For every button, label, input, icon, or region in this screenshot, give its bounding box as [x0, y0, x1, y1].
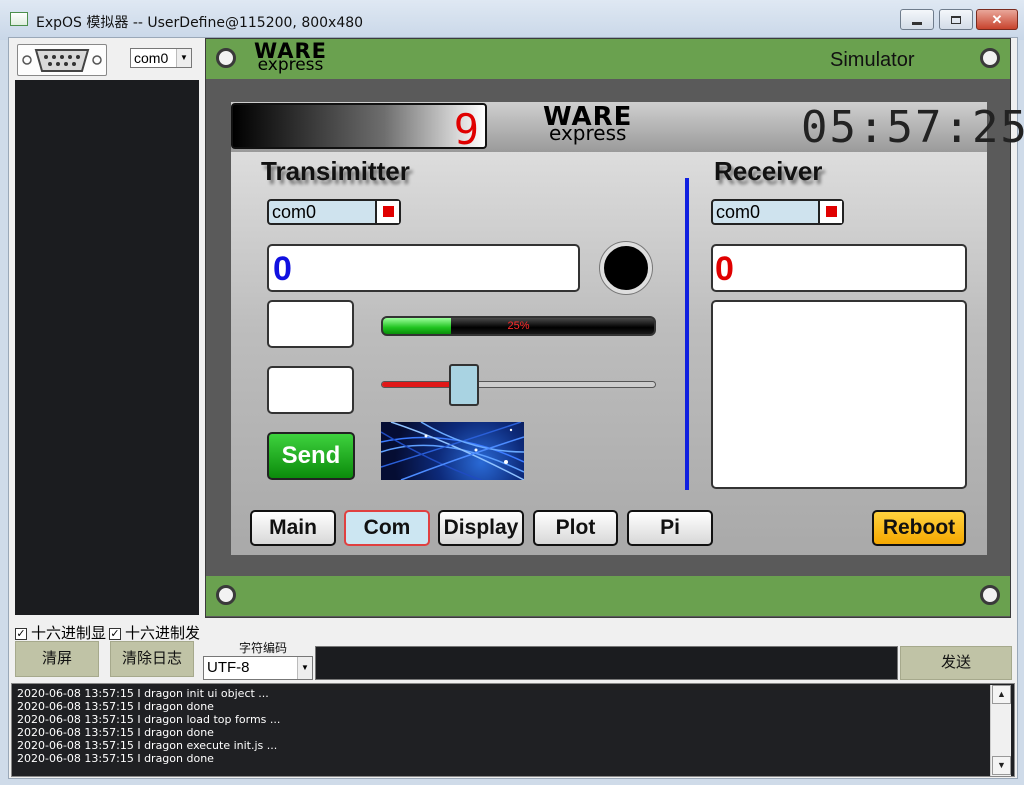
- screen-header: 9 WARE express 05:57:25: [231, 102, 1024, 154]
- tab-main[interactable]: Main: [250, 510, 336, 546]
- transmitter-port-select[interactable]: com0: [267, 199, 401, 225]
- checkmark-icon: ✓: [109, 628, 121, 640]
- encoding-label: 字符编码: [239, 641, 288, 655]
- encoding-value: UTF-8: [207, 659, 250, 676]
- minimize-icon: [912, 22, 922, 25]
- divider: [685, 178, 689, 490]
- board-top-strip: WARE express Simulator: [206, 39, 1010, 79]
- simulator-label: Simulator: [830, 49, 915, 71]
- receiver-heading: Receiver: [714, 156, 823, 186]
- slider-track[interactable]: [381, 381, 656, 388]
- log-line: 2020-06-08 13:57:15 I dragon init ui obj…: [17, 687, 269, 700]
- log-line: 2020-06-08 13:57:15 I dragon done: [17, 752, 214, 765]
- close-icon: ✕: [991, 11, 1003, 27]
- receive-value: 0: [715, 250, 734, 288]
- slider-thumb[interactable]: [448, 364, 479, 406]
- screen-logo: WARE express: [543, 102, 633, 145]
- send-button[interactable]: Send: [267, 432, 355, 480]
- progress-text: 25%: [507, 320, 530, 332]
- maximize-button[interactable]: [939, 9, 973, 30]
- chevron-down-icon: ▼: [176, 49, 191, 67]
- minimize-button[interactable]: [900, 9, 934, 30]
- tab-display[interactable]: Display: [438, 510, 524, 546]
- log-scrollbar[interactable]: ▲ ▼: [990, 685, 1011, 776]
- send-input[interactable]: [315, 646, 898, 680]
- close-button[interactable]: ✕: [976, 9, 1018, 30]
- board-bottom-strip: [206, 576, 1010, 616]
- log-panel[interactable]: 2020-06-08 13:57:15 I dragon init ui obj…: [11, 683, 1015, 777]
- reboot-button[interactable]: Reboot: [872, 510, 966, 546]
- receiver-port-value: com0: [716, 202, 761, 222]
- title-bar[interactable]: ExpOS 模拟器 -- UserDefine@115200, 800x480 …: [0, 0, 1024, 40]
- log-line: 2020-06-08 13:57:15 I dragon done: [17, 700, 214, 713]
- transmit-value-field[interactable]: 0: [267, 244, 580, 292]
- transmitter-heading: Transimitter: [261, 156, 410, 186]
- maximize-icon: [951, 15, 961, 24]
- hex-display-checkbox[interactable]: ✓ 十六进制显: [15, 622, 111, 640]
- transmit-value: 0: [273, 250, 292, 288]
- receive-textarea[interactable]: [711, 300, 967, 489]
- log-line: 2020-06-08 13:57:15 I dragon execute ini…: [17, 739, 278, 752]
- chevron-down-icon: ▼: [297, 657, 312, 679]
- port-select[interactable]: com0 ▼: [130, 48, 192, 68]
- tab-pi[interactable]: Pi: [627, 510, 713, 546]
- terminal-display: [15, 80, 199, 615]
- log-lines: 2020-06-08 13:57:15 I dragon init ui obj…: [17, 687, 280, 765]
- small-input-1[interactable]: [267, 300, 354, 348]
- log-line: 2020-06-08 13:57:15 I dragon load top fo…: [17, 713, 281, 726]
- small-input-2[interactable]: [267, 366, 354, 414]
- scroll-up-icon[interactable]: ▲: [992, 685, 1011, 704]
- counter-value: 9: [453, 105, 479, 154]
- progress-bar: 25%: [381, 316, 656, 336]
- send-data-button[interactable]: 发送: [900, 646, 1012, 680]
- transmitter-port-value: com0: [272, 202, 317, 222]
- scroll-down-icon[interactable]: ▼: [992, 756, 1011, 775]
- screw-icon: [980, 585, 1000, 605]
- receive-value-field[interactable]: 0: [711, 244, 967, 292]
- clear-screen-button[interactable]: 清屏: [15, 641, 99, 677]
- fiber-optic-image: [381, 422, 524, 480]
- led-indicator: [600, 242, 652, 294]
- app-icon: [10, 12, 28, 26]
- encoding-select[interactable]: UTF-8 ▼: [203, 656, 313, 680]
- stop-icon[interactable]: [818, 201, 842, 223]
- screw-icon: [216, 48, 236, 68]
- hex-send-checkbox[interactable]: ✓ 十六进制发: [109, 622, 201, 640]
- simulator-board: WARE express Simulator 9 WARE express 05…: [205, 38, 1024, 618]
- board-logo: WARE express: [254, 39, 327, 75]
- tab-com[interactable]: Com: [344, 510, 430, 546]
- client-area: com0 ▼ WARE express Simulator 9 WARE exp…: [8, 37, 1024, 779]
- checkmark-icon: ✓: [15, 628, 27, 640]
- counter-display: 9: [231, 103, 487, 154]
- hex-display-label: 十六进制显: [31, 625, 107, 640]
- clock-display: 05:57:25: [801, 102, 1024, 153]
- tab-plot[interactable]: Plot: [533, 510, 618, 546]
- serial-port-icon: [17, 44, 107, 76]
- window-title: ExpOS 模拟器 -- UserDefine@115200, 800x480: [36, 15, 364, 31]
- port-select-value: com0: [134, 50, 169, 66]
- log-line: 2020-06-08 13:57:15 I dragon done: [17, 726, 214, 739]
- screw-icon: [980, 48, 1000, 68]
- stop-icon[interactable]: [375, 201, 399, 223]
- com-screen: 9 WARE express 05:57:25 Transimitter com…: [231, 102, 1024, 555]
- receiver-port-select[interactable]: com0: [711, 199, 844, 225]
- screw-icon: [216, 585, 236, 605]
- clear-log-button[interactable]: 清除日志: [110, 641, 194, 677]
- hex-send-label: 十六进制发: [125, 625, 201, 640]
